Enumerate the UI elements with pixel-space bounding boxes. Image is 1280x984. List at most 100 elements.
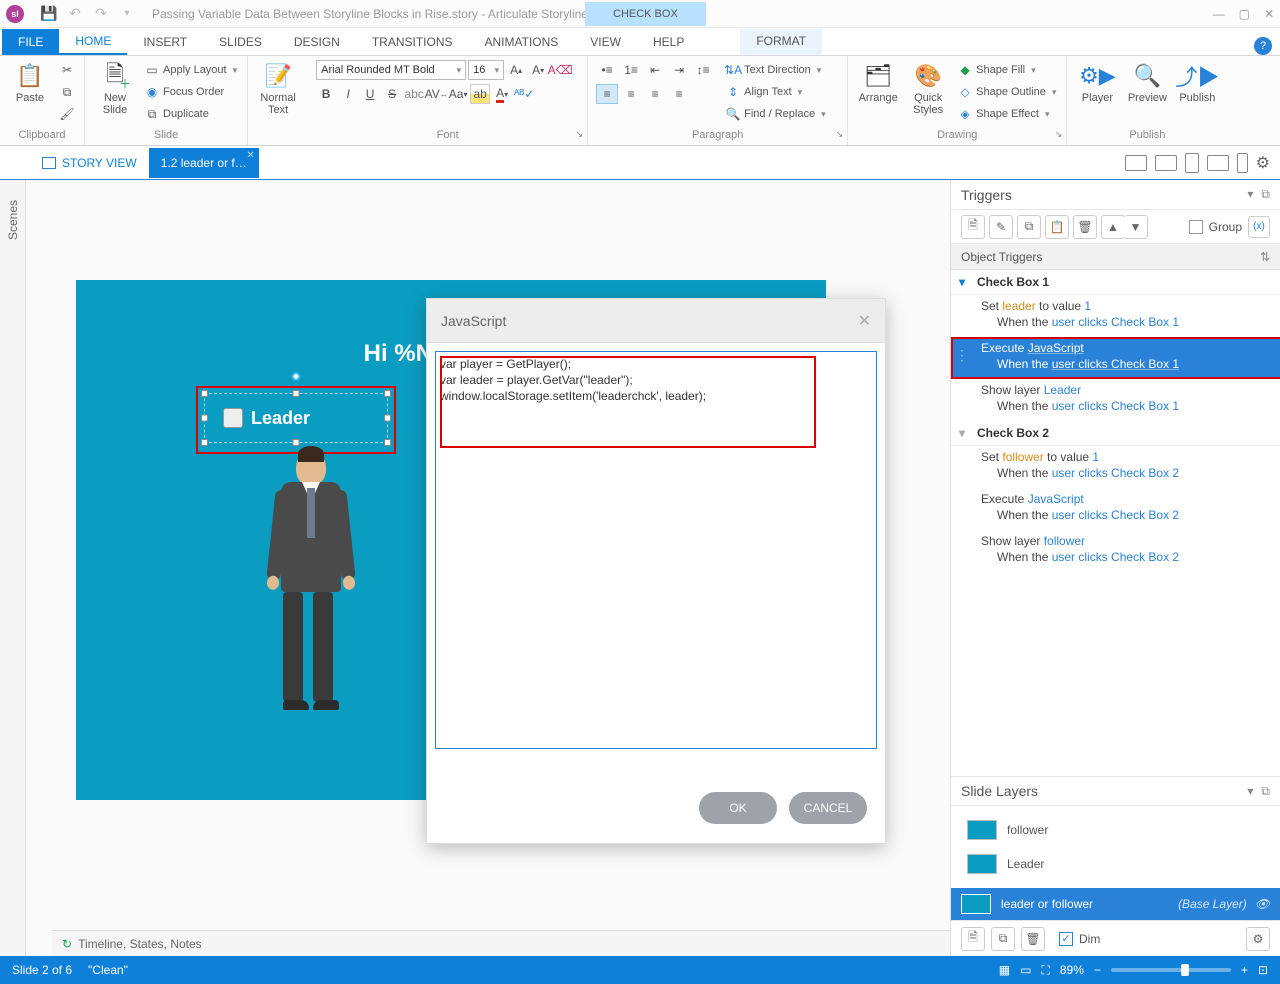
- increase-indent-button[interactable]: ⇥: [668, 60, 690, 80]
- trigger-item-6[interactable]: Show layer follower When the user clicks…: [951, 530, 1280, 572]
- align-center-button[interactable]: ≡: [620, 84, 642, 104]
- scenes-panel-tab[interactable]: Scenes: [0, 180, 26, 956]
- bullets-button[interactable]: •≡: [596, 60, 618, 80]
- tab-slides[interactable]: SLIDES: [203, 29, 278, 55]
- delete-layer-button[interactable]: 🗑: [1021, 927, 1045, 951]
- highlight-button[interactable]: ab: [470, 84, 490, 104]
- javascript-code-input[interactable]: var player = GetPlayer(); var leader = p…: [435, 351, 877, 749]
- triggers-menu-icon[interactable]: ▾: [1247, 187, 1253, 202]
- tab-home[interactable]: HOME: [59, 29, 127, 55]
- underline-button[interactable]: U: [360, 84, 380, 104]
- tab-format[interactable]: FORMAT: [740, 29, 822, 55]
- text-direction-button[interactable]: ⇅AText Direction▾: [724, 60, 827, 80]
- trigger-object-checkbox2[interactable]: ▾Check Box 2: [951, 421, 1280, 446]
- resize-handle-sw[interactable]: [201, 439, 208, 446]
- cancel-button[interactable]: CANCEL: [789, 792, 867, 824]
- paste-button[interactable]: 📋 Paste: [8, 60, 52, 104]
- arrange-button[interactable]: 🗂 Arrange: [856, 60, 900, 104]
- shape-effect-button[interactable]: ◈Shape Effect▾: [956, 104, 1058, 124]
- zoom-in-button[interactable]: +: [1241, 963, 1248, 977]
- undo-icon[interactable]: ↶: [64, 3, 86, 25]
- tab-animations[interactable]: ANIMATIONS: [469, 29, 575, 55]
- grid-view-icon[interactable]: ▦: [999, 963, 1010, 977]
- move-trigger-down-button[interactable]: ▼: [1124, 215, 1148, 239]
- copy-button[interactable]: ⧉: [58, 82, 76, 102]
- layers-menu-icon[interactable]: ▾: [1247, 784, 1253, 799]
- resize-handle-e[interactable]: [384, 415, 391, 422]
- save-icon[interactable]: 💾: [38, 3, 60, 25]
- find-replace-button[interactable]: 🔍Find / Replace▾: [724, 104, 827, 124]
- caret-down-icon[interactable]: ▾: [959, 275, 965, 289]
- normal-text-button[interactable]: 📝 Normal Text: [256, 60, 300, 116]
- layer-settings-button[interactable]: ⚙: [1246, 927, 1270, 951]
- eye-icon[interactable]: 👁: [1255, 897, 1270, 911]
- text-shadow-button[interactable]: abc: [404, 84, 424, 104]
- triggers-popout-icon[interactable]: ⧉: [1261, 187, 1270, 202]
- sort-triggers-icon[interactable]: ⇅: [1260, 250, 1270, 264]
- fullscreen-icon[interactable]: ⛶: [1041, 963, 1049, 978]
- layer-row-leader[interactable]: Leader: [963, 850, 1268, 878]
- minimize-icon[interactable]: —: [1213, 7, 1225, 21]
- publish-button[interactable]: ⤴▶Publish: [1175, 60, 1219, 104]
- fit-window-icon[interactable]: ⊡: [1258, 963, 1268, 977]
- canvas-area[interactable]: Hi %Name%, ar Leader: [26, 180, 950, 956]
- maximize-icon[interactable]: ▢: [1239, 7, 1250, 21]
- layer-row-follower[interactable]: follower: [963, 816, 1268, 844]
- dim-checkbox[interactable]: ✓: [1059, 932, 1073, 946]
- bold-button[interactable]: B: [316, 84, 336, 104]
- delete-trigger-button[interactable]: 🗑: [1073, 215, 1097, 239]
- duplicate-layer-button[interactable]: ⧉: [991, 927, 1015, 951]
- change-case-button[interactable]: Aa▾: [448, 84, 468, 104]
- layers-popout-icon[interactable]: ⧉: [1261, 784, 1270, 799]
- device-tablet-portrait-icon[interactable]: [1185, 153, 1199, 173]
- trigger-item-5[interactable]: Execute JavaScript When the user clicks …: [951, 488, 1280, 530]
- resize-handle-w[interactable]: [201, 415, 208, 422]
- zoom-thumb[interactable]: [1181, 964, 1189, 976]
- ok-button[interactable]: OK: [699, 792, 777, 824]
- align-left-button[interactable]: ≡: [596, 84, 618, 104]
- align-right-button[interactable]: ≡: [644, 84, 666, 104]
- paragraph-launcher-icon[interactable]: ↘: [836, 129, 844, 140]
- group-checkbox[interactable]: [1189, 220, 1203, 234]
- tab-help[interactable]: HELP: [637, 29, 700, 55]
- copy-trigger-button[interactable]: ⧉: [1017, 215, 1041, 239]
- device-phone-portrait-icon[interactable]: [1237, 153, 1248, 173]
- tab-view[interactable]: VIEW: [574, 29, 637, 55]
- resize-handle-s[interactable]: [293, 439, 300, 446]
- new-trigger-button[interactable]: 🗎: [961, 215, 985, 239]
- dialog-close-icon[interactable]: ✕: [858, 311, 871, 331]
- device-desktop-icon[interactable]: [1125, 155, 1147, 171]
- tab-design[interactable]: DESIGN: [278, 29, 356, 55]
- font-color-button[interactable]: A▾: [492, 84, 512, 104]
- align-text-button[interactable]: ⇕Align Text▾: [724, 82, 827, 102]
- line-spacing-button[interactable]: ↕≡: [692, 60, 714, 80]
- redo-icon[interactable]: ↷: [90, 3, 112, 25]
- resize-handle-n[interactable]: [293, 390, 300, 397]
- focus-order-button[interactable]: ◉Focus Order: [143, 82, 239, 102]
- spell-check-button[interactable]: ᴬᴮ✓: [514, 84, 534, 104]
- player-button[interactable]: ⚙▶Player: [1075, 60, 1119, 104]
- justify-button[interactable]: ≡: [668, 84, 690, 104]
- help-icon[interactable]: ?: [1254, 37, 1272, 55]
- close-icon[interactable]: ✕: [1264, 7, 1274, 21]
- rotate-handle[interactable]: [292, 372, 301, 381]
- drawing-launcher-icon[interactable]: ↘: [1055, 129, 1063, 140]
- variables-button[interactable]: (x): [1248, 216, 1270, 238]
- base-layer-row[interactable]: leader or follower (Base Layer)👁: [951, 888, 1280, 920]
- new-layer-button[interactable]: 🗎: [961, 927, 985, 951]
- checkbox-object[interactable]: Leader: [204, 393, 388, 443]
- view-settings-icon[interactable]: ⚙: [1256, 153, 1270, 173]
- strikethrough-button[interactable]: S: [382, 84, 402, 104]
- story-view-tab[interactable]: STORY VIEW: [30, 148, 149, 178]
- device-tablet-landscape-icon[interactable]: [1155, 155, 1177, 171]
- slide-tab-active[interactable]: 1.2 leader or f…✕: [149, 148, 259, 178]
- resize-handle-nw[interactable]: [201, 390, 208, 397]
- trigger-object-checkbox1[interactable]: ▾Check Box 1: [951, 270, 1280, 295]
- close-tab-icon[interactable]: ✕: [246, 150, 254, 161]
- trigger-item-4[interactable]: Set follower to value 1 When the user cl…: [951, 446, 1280, 488]
- format-painter-button[interactable]: 🖌: [58, 104, 76, 124]
- timeline-expand-icon[interactable]: ↻: [62, 937, 72, 951]
- tab-file[interactable]: FILE: [2, 29, 59, 55]
- resize-handle-se[interactable]: [384, 439, 391, 446]
- trigger-item-1[interactable]: Set leader to value 1 When the user clic…: [951, 295, 1280, 337]
